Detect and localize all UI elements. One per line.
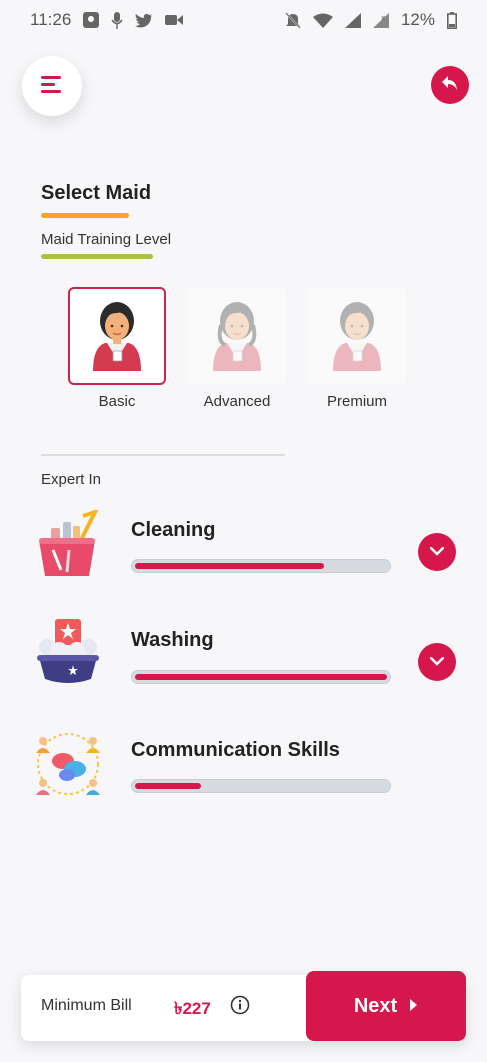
expert-in-heading: Expert In xyxy=(41,471,102,488)
chevron-down-icon xyxy=(429,653,445,671)
signal-icon xyxy=(344,12,361,28)
level-label-advanced: Advanced xyxy=(203,393,271,410)
skill-level-bar-communication xyxy=(131,779,391,793)
hamburger-menu-icon xyxy=(41,75,63,98)
battery-percent: 12% xyxy=(400,10,435,29)
skill-level-bar-cleaning xyxy=(131,559,391,573)
menu-button[interactable] xyxy=(22,56,82,116)
info-icon[interactable] xyxy=(230,995,250,1015)
level-label-basic: Basic xyxy=(98,393,136,410)
expand-cleaning-button[interactable] xyxy=(418,533,456,571)
microphone-icon xyxy=(111,11,123,29)
maid-avatar-icon xyxy=(207,297,267,376)
back-button[interactable] xyxy=(431,66,469,104)
level-card-basic[interactable] xyxy=(68,287,166,385)
minimum-bill-value: ৳227 xyxy=(174,999,211,1018)
bell-muted-icon xyxy=(285,11,301,29)
level-label-premium: Premium xyxy=(326,393,387,410)
skill-level-fill xyxy=(135,783,201,789)
training-level-selector: Basic Advanced Premium xyxy=(0,287,487,417)
status-time: 11:26 xyxy=(30,10,72,29)
caret-right-icon xyxy=(409,995,418,1018)
page-title: Select Maid xyxy=(41,182,152,204)
communication-people-icon xyxy=(33,729,103,799)
skill-level-fill xyxy=(135,563,324,569)
subtitle-underline xyxy=(41,254,153,259)
chevron-down-icon xyxy=(429,543,445,561)
training-level-heading: Maid Training Level xyxy=(41,231,172,248)
battery-icon xyxy=(447,11,457,29)
next-button[interactable]: Next xyxy=(306,971,466,1041)
wifi-icon xyxy=(312,13,333,28)
cleaning-bucket-icon xyxy=(33,508,103,580)
level-card-premium[interactable] xyxy=(308,287,406,385)
minimum-bill-label: Minimum Bill xyxy=(41,997,132,1014)
maid-avatar-icon xyxy=(327,297,387,376)
title-underline xyxy=(41,213,129,218)
twitter-icon xyxy=(135,13,153,28)
section-divider xyxy=(41,454,285,456)
podcast-notification-icon xyxy=(83,12,100,28)
signal-no-service-icon: x xyxy=(372,12,389,28)
skill-name-washing: Washing xyxy=(131,629,214,651)
skill-level-bar-washing xyxy=(131,670,391,684)
bottom-bar: Minimum Bill ৳227 Next xyxy=(21,971,466,1041)
skill-level-fill xyxy=(135,674,387,680)
washing-basin-icon xyxy=(33,617,103,687)
level-card-advanced[interactable] xyxy=(188,287,286,385)
svg-text:x: x xyxy=(381,14,385,22)
reply-arrow-icon xyxy=(441,75,459,96)
skill-name-communication: Communication Skills xyxy=(131,739,340,761)
next-button-label: Next xyxy=(353,994,398,1017)
skill-name-cleaning: Cleaning xyxy=(131,519,216,541)
maid-avatar-icon xyxy=(87,297,147,376)
video-camera-icon xyxy=(165,14,184,26)
status-bar: 11:26 x 12% xyxy=(0,0,487,40)
expand-washing-button[interactable] xyxy=(418,643,456,681)
